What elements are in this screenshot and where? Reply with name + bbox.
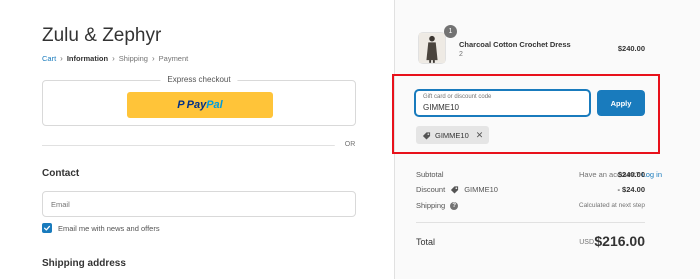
discount-code-label: Gift card or discount code: [423, 94, 492, 100]
total-divider: [416, 222, 645, 223]
express-checkout: Express checkout P PayPal: [42, 75, 356, 126]
product-thumbnail: [418, 32, 446, 64]
email-field[interactable]: [42, 191, 356, 217]
subtotal-row: Subtotal: [416, 170, 444, 179]
breadcrumb-cart[interactable]: Cart: [42, 54, 56, 63]
breadcrumb-shipping: Shipping: [118, 54, 148, 63]
tag-icon: [422, 131, 431, 140]
total-amount: $216.00: [594, 233, 645, 249]
store-name[interactable]: Zulu & Zephyr: [42, 25, 161, 47]
breadcrumb-information: Information: [66, 54, 109, 63]
tag-icon: [450, 185, 459, 194]
quantity-badge: 1: [444, 25, 457, 38]
or-divider: [42, 145, 356, 146]
contact-title: Contact: [42, 168, 80, 179]
paypal-logo-icon: P: [177, 99, 185, 111]
product-name: Charcoal Cotton Crochet Dress: [459, 40, 571, 49]
discount-code-input[interactable]: [423, 103, 583, 112]
total-label: Total: [416, 237, 436, 247]
help-icon[interactable]: ?: [450, 201, 459, 210]
newsletter-checkbox[interactable]: [42, 223, 52, 233]
breadcrumb-payment: Payment: [158, 54, 189, 63]
product-variant: 2: [459, 51, 463, 58]
or-label: OR: [334, 141, 366, 148]
subtotal-value: $240.00: [617, 170, 645, 179]
applied-discount-tag: GIMME10 ✕: [416, 126, 490, 144]
chevron-right-icon: ›: [151, 54, 155, 63]
shipping-address-title: Shipping address: [42, 258, 126, 269]
applied-discount-code: GIMME10: [435, 130, 469, 140]
paypal-button[interactable]: P PayPal: [127, 92, 273, 118]
apply-button[interactable]: Apply: [597, 90, 645, 116]
newsletter-label[interactable]: Email me with news and offers: [58, 224, 160, 233]
discount-code-field[interactable]: Gift card or discount code: [415, 90, 590, 116]
chevron-right-icon: ›: [60, 54, 63, 63]
close-icon[interactable]: ✕: [476, 130, 484, 141]
shipping-label: Shipping: [416, 201, 446, 210]
paypal-wordmark: PayPal: [187, 99, 223, 111]
discount-code-summary: GIMME10: [464, 185, 498, 194]
breadcrumb: Cart › Information › Shipping › Payment: [42, 54, 188, 63]
shipping-row: Shipping ?: [416, 201, 459, 210]
dress-image: [419, 33, 445, 63]
express-checkout-title: Express checkout: [160, 75, 238, 84]
discount-value: - $24.00: [617, 185, 645, 194]
discount-row: Discount GIMME10: [416, 185, 498, 194]
checkmark-icon: [43, 225, 51, 231]
paypal-wordmark-pal: Pal: [206, 99, 223, 111]
paypal-wordmark-pay: Pay: [186, 99, 207, 111]
total-currency: USD: [579, 239, 594, 246]
shipping-value: Calculated at next step: [578, 202, 645, 209]
chevron-right-icon: ›: [112, 54, 115, 63]
product-price: $240.00: [617, 44, 645, 53]
subtotal-label: Subtotal: [416, 170, 444, 179]
discount-label: Discount: [416, 185, 446, 194]
